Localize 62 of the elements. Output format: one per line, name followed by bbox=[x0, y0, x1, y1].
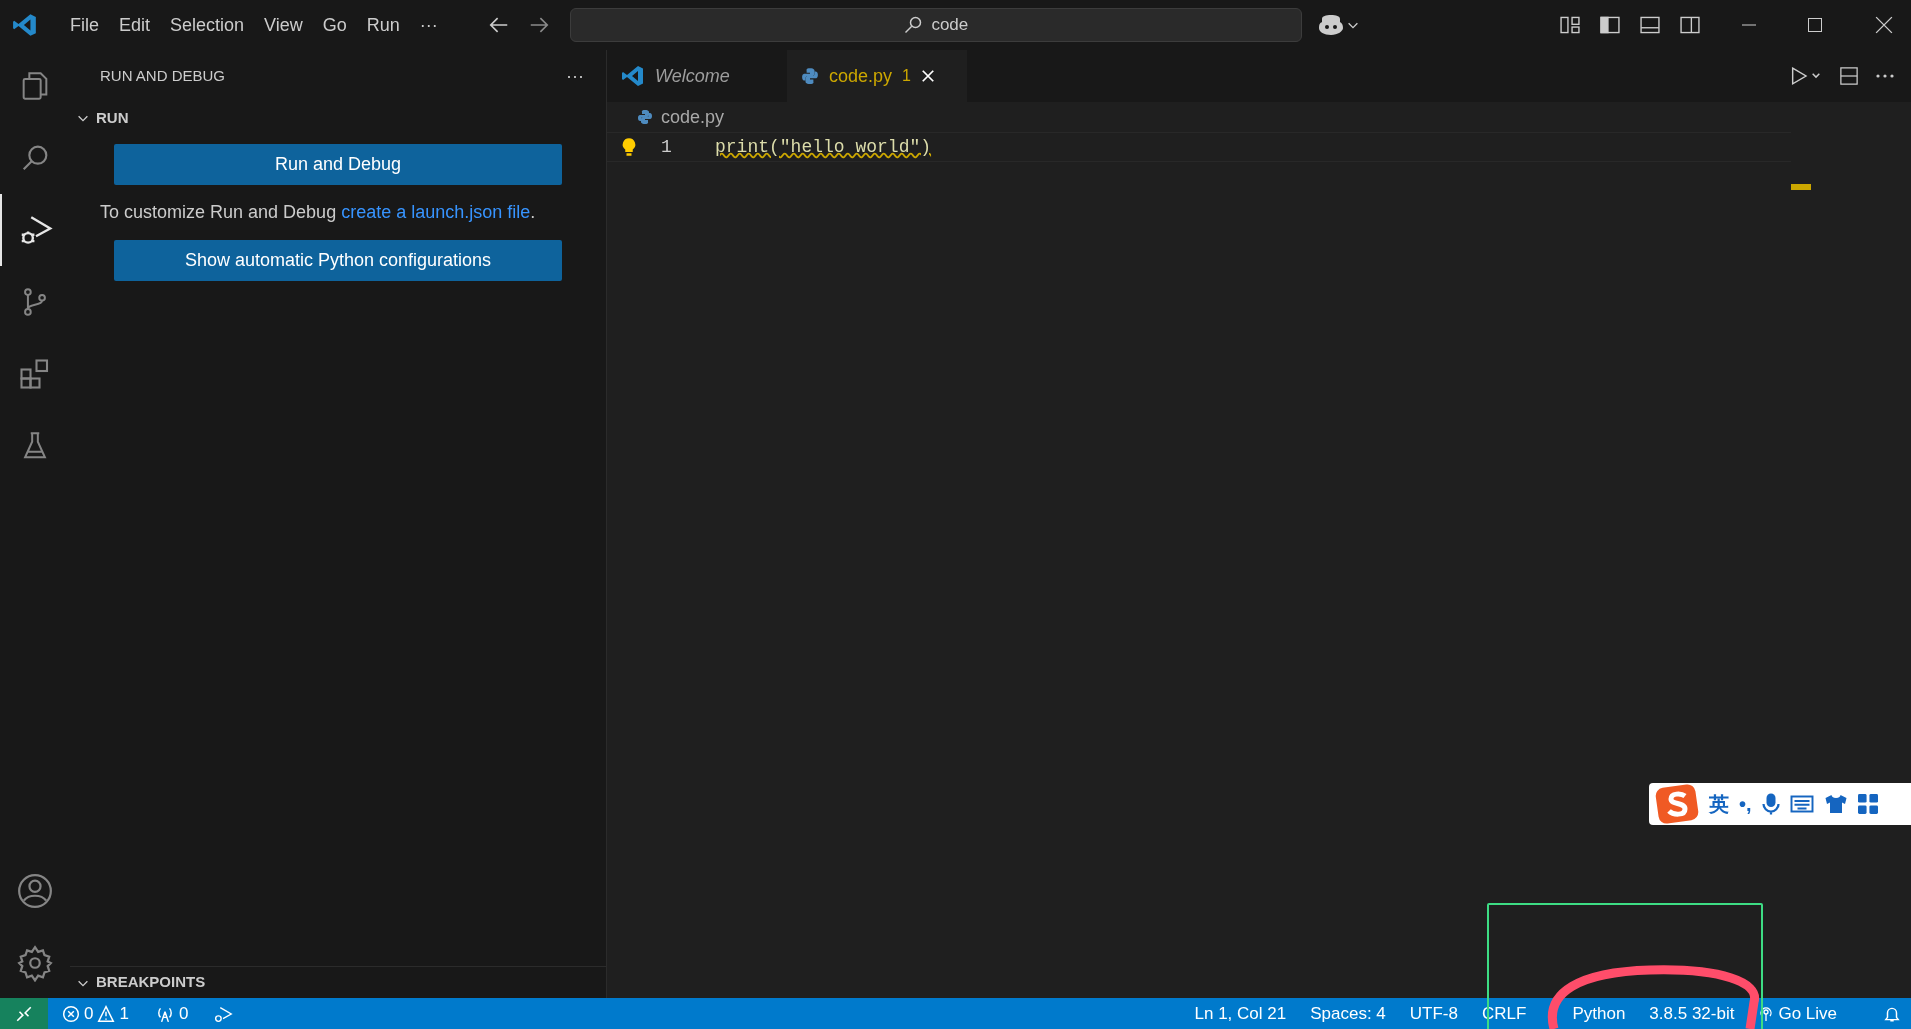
error-icon bbox=[62, 1004, 80, 1023]
status-item[interactable]: Spaces: 4 bbox=[1310, 1000, 1386, 1027]
search-icon bbox=[903, 15, 924, 35]
section-header[interactable]: RUN bbox=[96, 106, 129, 130]
code-line: print("hello world") bbox=[715, 135, 932, 159]
sidebar-title: RUN AND DEBUG bbox=[100, 65, 226, 86]
status-item[interactable]: CRLF bbox=[1482, 1000, 1527, 1027]
app-logo-icon bbox=[621, 64, 645, 88]
menu-item[interactable]: Go bbox=[312, 11, 357, 39]
menu-item[interactable]: Edit bbox=[109, 11, 161, 39]
menu-item[interactable]: Run bbox=[356, 11, 410, 39]
remote-icon bbox=[15, 1004, 33, 1023]
split-editor-icon[interactable] bbox=[1839, 66, 1859, 86]
language-toggle[interactable]: 英 bbox=[1709, 789, 1729, 819]
shirt-icon[interactable] bbox=[1823, 793, 1848, 815]
python-file-icon bbox=[637, 109, 653, 125]
status-item[interactable]: 3.8.5 32-bit bbox=[1649, 1000, 1735, 1027]
account-icon[interactable] bbox=[16, 872, 54, 910]
breadcrumb[interactable]: code.py bbox=[661, 103, 725, 131]
warning-marker bbox=[1791, 184, 1811, 190]
ports-button[interactable]: 0 bbox=[154, 1000, 189, 1027]
keyboard-icon[interactable] bbox=[1789, 794, 1814, 814]
settings-icon[interactable] bbox=[16, 944, 54, 982]
broadcast-icon bbox=[1758, 1004, 1775, 1023]
hint-text: To customize Run and Debug create a launch.json file. bbox=[100, 201, 537, 224]
search-field[interactable]: code bbox=[569, 8, 1302, 42]
more-actions-button[interactable]: ··· bbox=[566, 62, 584, 90]
status-item[interactable]: Python bbox=[1572, 1000, 1626, 1027]
status-item[interactable]: Ln 1, Col 21 bbox=[1194, 1000, 1287, 1027]
panel-toggle-icon[interactable] bbox=[1639, 14, 1661, 36]
secondary-sidebar-icon[interactable] bbox=[1679, 14, 1701, 36]
sidebar-toggle-icon[interactable] bbox=[1599, 14, 1621, 36]
menu-item[interactable]: ··· bbox=[409, 11, 448, 39]
close-icon[interactable] bbox=[1875, 16, 1893, 34]
lightbulb-icon[interactable] bbox=[621, 137, 637, 157]
status-item[interactable]: UTF-8 bbox=[1409, 1000, 1458, 1027]
layout-icon[interactable] bbox=[1559, 14, 1581, 36]
run-icon[interactable] bbox=[1789, 66, 1823, 86]
copilot-button[interactable] bbox=[1317, 13, 1360, 37]
menu-item[interactable]: Selection bbox=[160, 11, 255, 39]
section-header[interactable]: BREAKPOINTS bbox=[96, 971, 206, 994]
editor-tab[interactable]: code.py 1 bbox=[787, 50, 967, 102]
python-configurations-button[interactable]: Show automatic Python configurations bbox=[114, 240, 562, 281]
app-logo-icon bbox=[12, 12, 38, 38]
remote-button[interactable] bbox=[0, 998, 48, 1029]
run-and-debug-button[interactable]: Run and Debug bbox=[114, 144, 562, 185]
microphone-icon[interactable] bbox=[1761, 792, 1780, 816]
s-logo-icon[interactable] bbox=[1655, 784, 1699, 824]
warning-icon bbox=[97, 1004, 116, 1023]
grid-icon[interactable] bbox=[1857, 794, 1878, 814]
line-number: 1 bbox=[661, 135, 673, 159]
menu-item[interactable]: File bbox=[60, 11, 109, 39]
problem-count: 1 bbox=[902, 66, 911, 86]
more-icon[interactable] bbox=[1875, 73, 1895, 79]
python-file-icon bbox=[801, 67, 819, 85]
status-item[interactable]: Go Live bbox=[1778, 1000, 1837, 1027]
punctuation-toggle[interactable]: •, bbox=[1739, 789, 1752, 819]
copilot-icon bbox=[1317, 13, 1344, 37]
problems-button[interactable]: 0 1 bbox=[62, 1000, 129, 1027]
maximize-icon[interactable] bbox=[1807, 17, 1823, 33]
menu-item[interactable]: View bbox=[254, 11, 313, 39]
launch-json-link[interactable]: create a launch.json file bbox=[341, 202, 531, 222]
